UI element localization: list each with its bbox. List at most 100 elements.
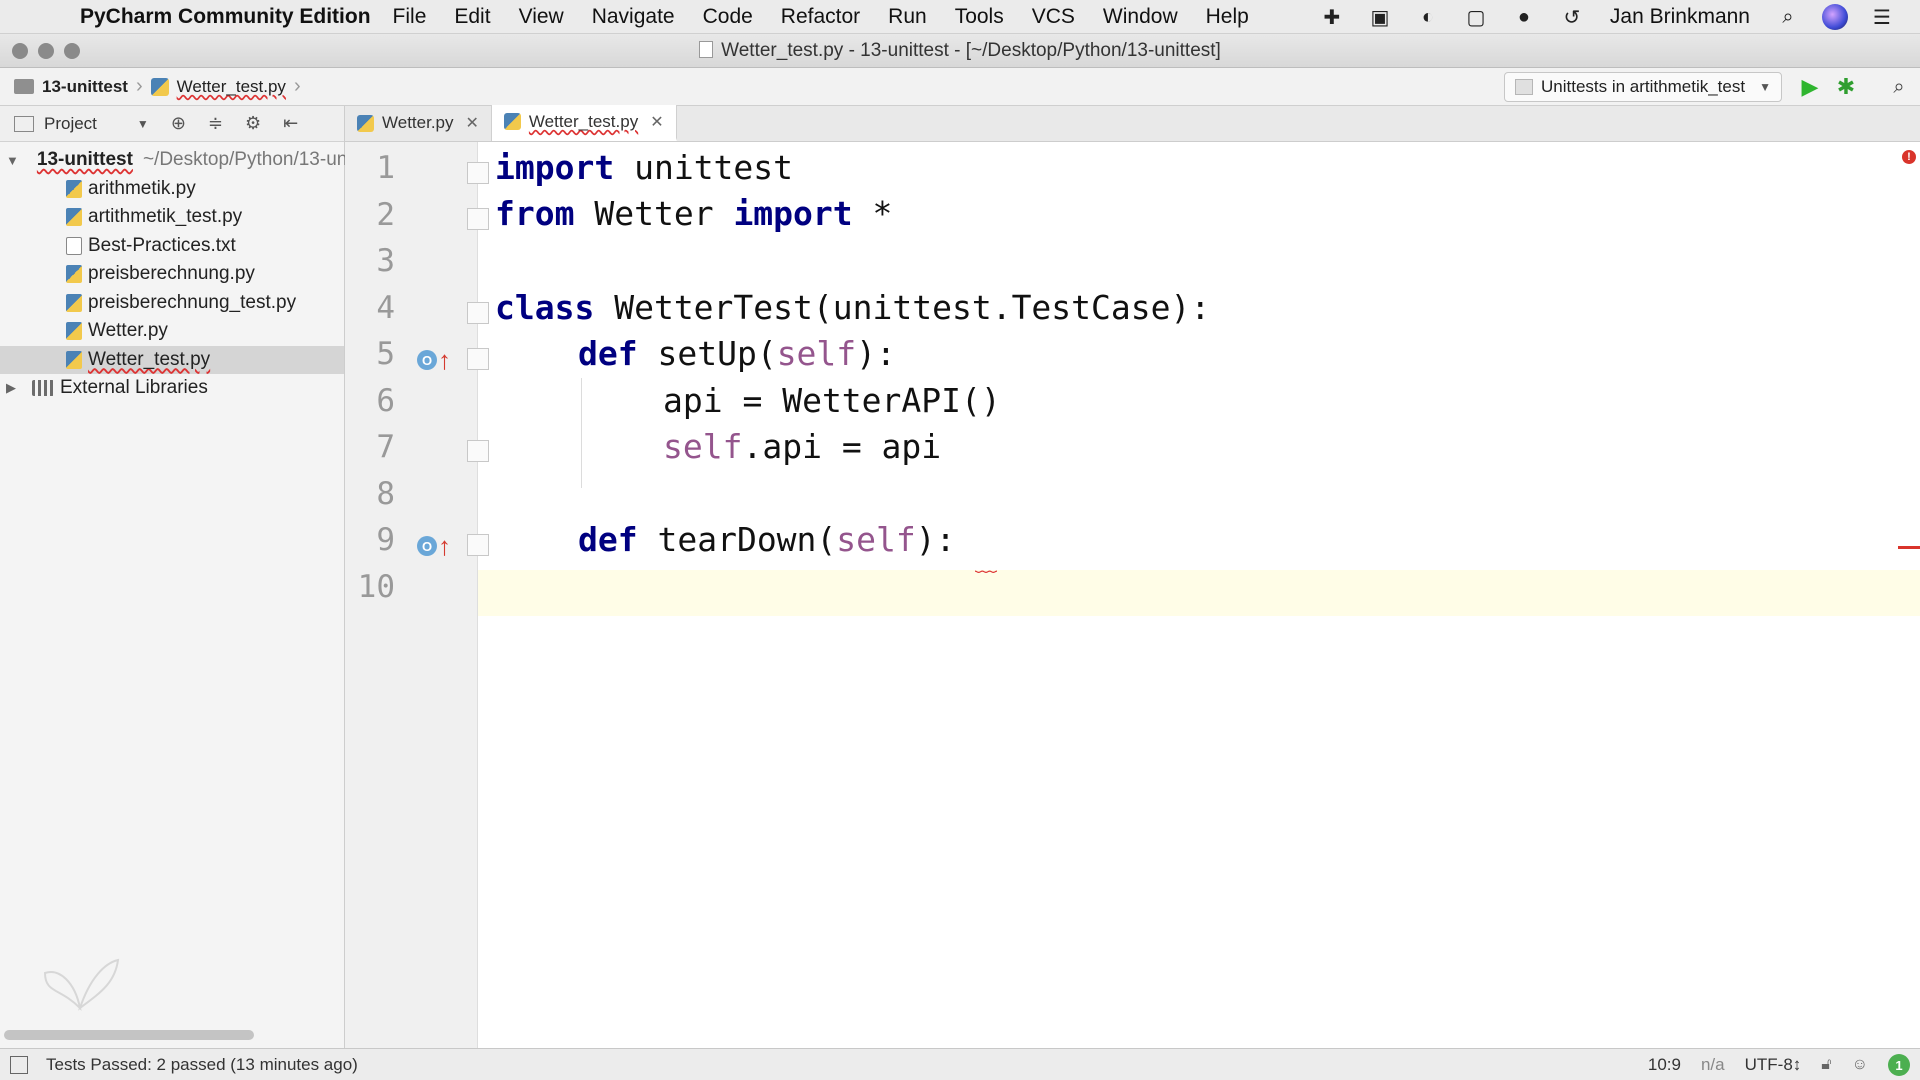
butterfly-watermark-icon — [43, 958, 120, 1012]
tree-file-best-practices[interactable]: Best-Practices.txt — [0, 232, 344, 261]
menu-view[interactable]: View — [519, 5, 564, 29]
overrides-method-icon[interactable]: O ↑ — [417, 532, 453, 560]
spotlight-search-icon[interactable]: ⌕ — [1774, 5, 1802, 29]
fold-marker-icon[interactable] — [467, 162, 489, 184]
tree-file-preisberechnung-test[interactable]: preisberechnung_test.py — [0, 289, 344, 318]
tree-file-wetter-test[interactable]: Wetter_test.py — [0, 345, 344, 374]
siri-icon[interactable] — [1822, 4, 1848, 30]
tree-file-label: Best-Practices.txt — [88, 234, 236, 256]
debug-button[interactable]: ✱ — [1833, 74, 1859, 100]
menu-edit[interactable]: Edit — [454, 5, 490, 29]
indent-guide — [581, 378, 582, 488]
chat-tray-icon[interactable]: ● — [1510, 5, 1538, 29]
menu-run[interactable]: Run — [888, 5, 927, 29]
horizontal-scrollbar[interactable] — [4, 1030, 254, 1040]
python-file-icon — [66, 350, 82, 369]
fold-marker-icon[interactable] — [467, 348, 489, 370]
fold-marker-icon[interactable] — [467, 534, 489, 556]
collapse-all-icon[interactable]: ≑ — [208, 113, 223, 134]
code-editor[interactable]: 1 2 3 4 5 6 7 8 9 10 O ↑ O ↑ import unitte… — [345, 142, 1920, 1048]
python-file-icon — [503, 113, 521, 130]
inspector-icon[interactable]: ☺ — [1852, 1056, 1868, 1074]
fold-marker-icon[interactable] — [467, 440, 489, 462]
expand-arrow-icon[interactable]: ▶ — [6, 380, 20, 396]
tree-external-libraries[interactable]: ▶ External Libraries — [0, 374, 344, 403]
current-line-highlight — [345, 570, 1920, 616]
caret-position[interactable]: 10:9 — [1648, 1055, 1681, 1075]
line-number: 5 — [376, 336, 395, 372]
time-machine-icon[interactable]: ↺ — [1558, 5, 1586, 29]
tab-wetter[interactable]: Wetter.py ✕ — [345, 105, 492, 141]
chevron-right-icon: › — [135, 75, 143, 97]
tab-wetter-test[interactable]: Wetter_test.py ✕ — [491, 105, 677, 141]
menu-file[interactable]: File — [393, 5, 427, 29]
gear-icon[interactable]: ⚙ — [245, 113, 261, 134]
fold-marker-icon[interactable] — [467, 302, 489, 324]
camera-tray-icon[interactable]: ▢ — [1462, 5, 1490, 29]
tab-label: Wetter.py — [382, 113, 454, 132]
code-line-6: api = WetterAPI() — [663, 381, 1001, 420]
tree-file-label: Wetter.py — [88, 320, 168, 342]
project-view-icon — [14, 115, 34, 132]
close-tab-icon[interactable]: ✕ — [650, 112, 663, 132]
search-everywhere-icon[interactable]: ⌕ — [1886, 74, 1912, 100]
plugin-tray-icon[interactable]: ✚ — [1318, 5, 1346, 29]
menu-refactor[interactable]: Refactor — [781, 5, 860, 29]
error-indicator-icon[interactable]: ! — [1902, 150, 1916, 164]
python-file-icon — [66, 179, 82, 198]
tree-file-artithmetik-test[interactable]: artithmetik_test.py — [0, 203, 344, 232]
status-message[interactable]: Tests Passed: 2 passed (13 minutes ago) — [46, 1055, 358, 1075]
notification-center-icon[interactable]: ☰ — [1868, 5, 1896, 29]
error-stripe-mark[interactable] — [1898, 546, 1920, 549]
lock-icon[interactable]: 🔓︎ — [1821, 1056, 1831, 1074]
python-file-icon — [66, 265, 82, 284]
run-button[interactable]: ▶ — [1797, 74, 1823, 100]
status-bar: Tests Passed: 2 passed (13 minutes ago) … — [0, 1048, 1920, 1080]
hide-panel-icon[interactable]: ⇤ — [283, 113, 298, 134]
code-line-2: from Wetter import * — [495, 194, 893, 233]
breadcrumb-project[interactable]: 13-unittest — [42, 77, 128, 97]
chevron-down-icon[interactable]: ▼ — [137, 117, 149, 131]
python-file-icon — [66, 322, 82, 341]
user-name[interactable]: Jan Brinkmann — [1610, 5, 1750, 29]
tree-file-wetter[interactable]: Wetter.py — [0, 317, 344, 346]
line-number: 2 — [376, 197, 395, 233]
tool-windows-toggle-icon[interactable] — [10, 1055, 28, 1074]
navigation-bar: 13-unittest › Wetter_test.py › Unittests… — [0, 68, 1920, 106]
overrides-method-icon[interactable]: O ↑ — [417, 346, 453, 374]
app-menu[interactable]: PyCharm Community Edition — [80, 5, 371, 29]
menu-tools[interactable]: Tools — [955, 5, 1004, 29]
project-view-select[interactable]: Project — [44, 114, 97, 134]
archive-tray-icon[interactable]: ▣ — [1366, 5, 1394, 29]
library-icon — [32, 380, 54, 397]
line-number: 10 — [357, 569, 395, 605]
menu-navigate[interactable]: Navigate — [592, 5, 675, 29]
line-number: 8 — [376, 476, 395, 512]
python-file-icon — [66, 208, 82, 227]
window-title: Wetter_test.py - 13-unittest - [~/Deskto… — [0, 40, 1920, 62]
tree-file-preisberechnung[interactable]: preisberechnung.py — [0, 260, 344, 289]
leaf-tray-icon[interactable]: ◐ — [1414, 5, 1442, 29]
tree-file-arithmetik[interactable]: arithmetik.py — [0, 175, 344, 204]
tree-root-name: 13-unittest — [36, 149, 133, 171]
code-line-7: self.api = api — [663, 427, 942, 466]
menu-code[interactable]: Code — [703, 5, 753, 29]
file-encoding[interactable]: UTF-8↕ — [1745, 1055, 1802, 1075]
project-panel-header: Project ▼ ⊕ ≑ ⚙ ⇤ — [0, 106, 344, 142]
breadcrumb-file[interactable]: Wetter_test.py — [177, 77, 286, 97]
menu-help[interactable]: Help — [1206, 5, 1249, 29]
line-number: 6 — [376, 383, 395, 419]
line-separator: n/a — [1700, 1055, 1725, 1074]
menu-vcs[interactable]: VCS — [1032, 5, 1075, 29]
editor-tab-bar: Wetter.py ✕ Wetter_test.py ✕ — [345, 105, 1920, 142]
editor-gutter: 1 2 3 4 5 6 7 8 9 10 O ↑ O ↑ — [345, 142, 478, 1048]
scroll-from-source-icon[interactable]: ⊕ — [171, 113, 186, 134]
expand-arrow-icon[interactable]: ▼ — [6, 153, 19, 168]
menu-window[interactable]: Window — [1103, 5, 1178, 29]
event-log-badge[interactable]: 1 — [1888, 1054, 1910, 1076]
run-configuration-select[interactable]: Unittests in artithmetik_test ▼ — [1504, 72, 1782, 102]
document-icon — [699, 41, 714, 58]
close-tab-icon[interactable]: ✕ — [466, 113, 479, 133]
fold-marker-icon[interactable] — [467, 208, 489, 230]
tree-root[interactable]: ▼ 13-unittest ~/Desktop/Python/13-unitte… — [0, 146, 387, 175]
